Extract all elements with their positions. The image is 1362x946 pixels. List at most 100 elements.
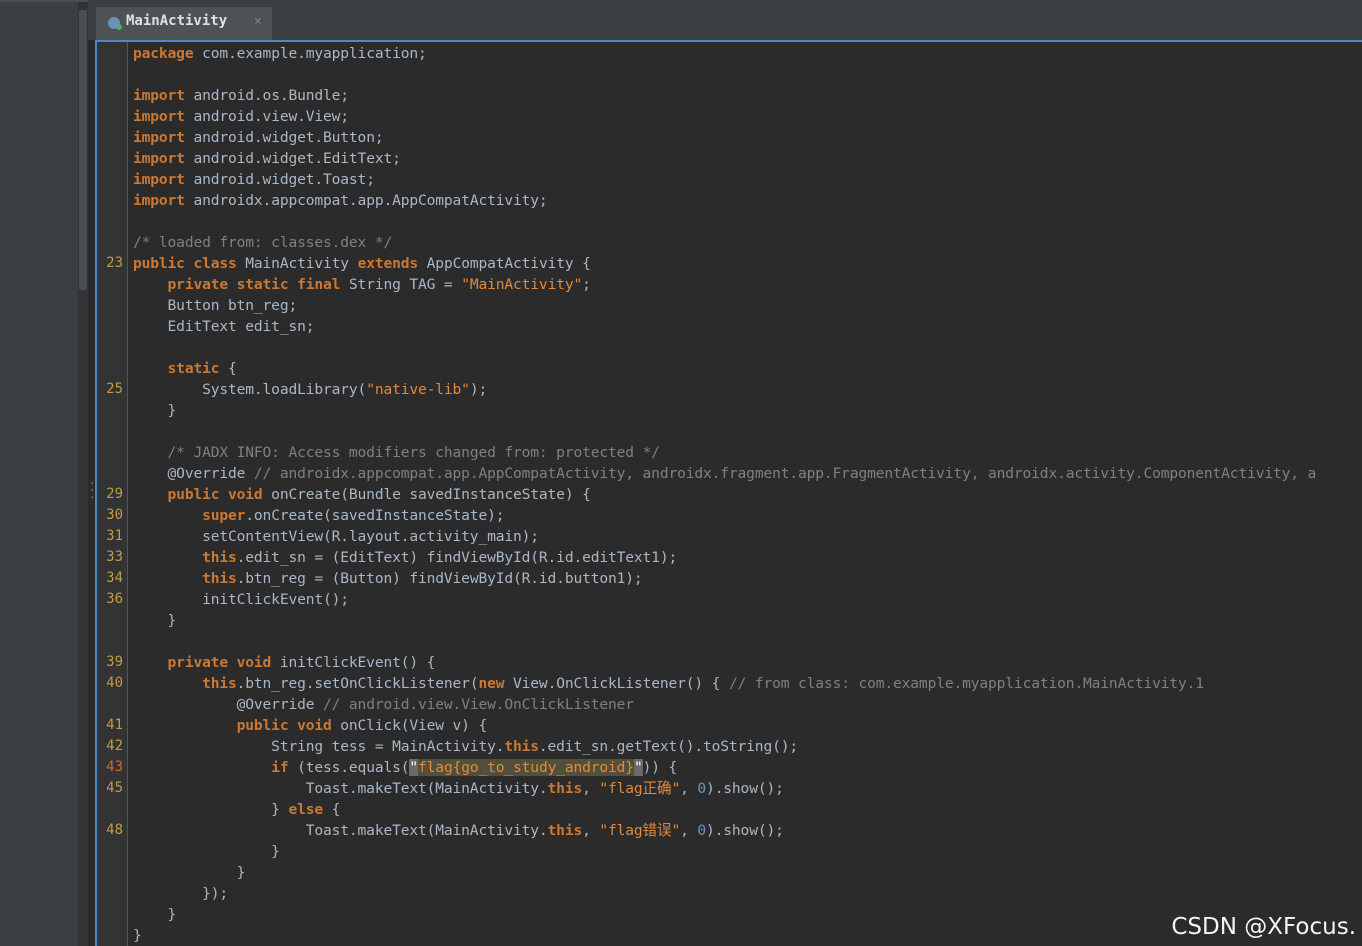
code-line[interactable]: import android.widget.EditText; (0, 148, 1362, 169)
code-line[interactable]: static { (0, 358, 1362, 379)
code-line[interactable]: 29 public void onCreate(Bundle savedInst… (0, 484, 1362, 505)
code-line[interactable]: package com.example.myapplication; (0, 43, 1362, 64)
code-token: this (504, 738, 539, 755)
code-line[interactable]: 25 System.loadLibrary("native-lib"); (0, 379, 1362, 400)
tab-label: MainActivity (126, 13, 228, 29)
code-token: import (133, 192, 185, 209)
line-number[interactable]: 25 (97, 379, 123, 400)
code-line[interactable]: 36 initClickEvent(); (0, 589, 1362, 610)
code-line[interactable]: 42 String tess = MainActivity.this.edit_… (0, 736, 1362, 757)
code-line[interactable]: import android.widget.Toast; (0, 169, 1362, 190)
code-text: Toast.makeText(MainActivity.this, "flag正… (133, 778, 784, 799)
code-token: } (133, 801, 289, 818)
code-token: // android.view.View.OnClickListener (314, 696, 634, 713)
code-text: import android.widget.EditText; (133, 148, 401, 169)
code-line[interactable]: } (0, 925, 1362, 946)
code-token: String TAG = (340, 276, 462, 293)
code-line[interactable] (0, 421, 1362, 442)
code-token: .btn_reg.setOnClickListener( (236, 675, 479, 692)
code-token: MainActivity (236, 255, 358, 272)
line-number[interactable]: 36 (97, 589, 123, 610)
code-token: )) { (642, 759, 678, 776)
code-token: .edit_sn.getText().toString(); (538, 738, 798, 755)
code-token: , (582, 822, 600, 839)
code-text: /* loaded from: classes.dex */ (133, 232, 392, 253)
code-line[interactable]: @Override // android.view.View.OnClickLi… (0, 694, 1362, 715)
code-line[interactable]: 43 if (tess.equals("flag{go_to_study_and… (0, 757, 1362, 778)
code-text: }); (133, 883, 228, 904)
code-token: public void (236, 717, 332, 734)
line-number[interactable]: 45 (97, 778, 123, 799)
line-number[interactable]: 33 (97, 547, 123, 568)
code-line[interactable]: 41 public void onClick(View v) { (0, 715, 1362, 736)
code-line[interactable]: 45 Toast.makeText(MainActivity.this, "fl… (0, 778, 1362, 799)
code-text: } else { (133, 799, 340, 820)
code-line[interactable]: import android.widget.Button; (0, 127, 1362, 148)
code-line[interactable]: import androidx.appcompat.app.AppCompatA… (0, 190, 1362, 211)
code-line[interactable]: /* JADX INFO: Access modifiers changed f… (0, 442, 1362, 463)
code-line[interactable]: 30 super.onCreate(savedInstanceState); (0, 505, 1362, 526)
code-line[interactable] (0, 631, 1362, 652)
code-line[interactable] (0, 211, 1362, 232)
line-number[interactable]: 43 (97, 757, 123, 778)
code-line[interactable]: 39 private void initClickEvent() { (0, 652, 1362, 673)
code-lines[interactable]: package com.example.myapplication; import… (0, 43, 1362, 946)
code-text: } (133, 841, 280, 862)
code-token: Button btn_reg; (133, 297, 298, 314)
code-text: public void onClick(View v) { (133, 715, 488, 736)
code-token: setContentView(R.layout.activity_main); (133, 528, 539, 545)
line-number[interactable]: 31 (97, 526, 123, 547)
code-token: , (680, 822, 698, 839)
code-line[interactable]: 34 this.btn_reg = (Button) findViewById(… (0, 568, 1362, 589)
code-line[interactable]: } (0, 862, 1362, 883)
line-number[interactable]: 29 (97, 484, 123, 505)
code-line[interactable]: Button btn_reg; (0, 295, 1362, 316)
close-icon[interactable]: × (254, 14, 262, 29)
code-line[interactable]: } else { (0, 799, 1362, 820)
code-line[interactable]: 48 Toast.makeText(MainActivity.this, "fl… (0, 820, 1362, 841)
code-text: static { (133, 358, 237, 379)
code-token: import (133, 108, 185, 125)
line-number[interactable]: 30 (97, 505, 123, 526)
code-line[interactable]: 33 this.edit_sn = (EditText) findViewByI… (0, 547, 1362, 568)
code-token: } (133, 843, 280, 860)
code-line[interactable]: 23 public class MainActivity extends AppC… (0, 253, 1362, 274)
code-token: "MainActivity" (461, 276, 583, 293)
line-number[interactable]: 40 (97, 673, 123, 694)
line-number[interactable]: 48 (97, 820, 123, 841)
code-line[interactable]: } (0, 904, 1362, 925)
code-line[interactable]: 31 setContentView(R.layout.activity_main… (0, 526, 1362, 547)
tab-mainactivity[interactable]: MainActivity × (96, 7, 272, 40)
code-line[interactable]: import android.os.Bundle; (0, 85, 1362, 106)
code-line[interactable]: import android.view.View; (0, 106, 1362, 127)
code-line[interactable]: } (0, 400, 1362, 421)
line-number[interactable]: 23 (97, 253, 123, 274)
code-line[interactable] (0, 64, 1362, 85)
code-token: @Override (167, 465, 246, 482)
code-line[interactable] (0, 337, 1362, 358)
code-token: ; (582, 276, 591, 293)
code-token: } (133, 927, 142, 944)
code-line[interactable]: } (0, 841, 1362, 862)
code-token: android.widget.EditText; (184, 150, 401, 167)
code-line[interactable]: 40 this.btn_reg.setOnClickListener(new V… (0, 673, 1362, 694)
code-line[interactable]: private static final String TAG = "MainA… (0, 274, 1362, 295)
code-token: .btn_reg = (Button) findViewById(R.id.bu… (236, 570, 643, 587)
code-text: this.btn_reg.setOnClickListener(new View… (133, 673, 1204, 694)
line-number[interactable]: 42 (97, 736, 123, 757)
line-number[interactable]: 34 (97, 568, 123, 589)
code-line[interactable]: @Override // androidx.appcompat.app.AppC… (0, 463, 1362, 484)
code-token: import (133, 171, 185, 188)
code-text: @Override // android.view.View.OnClickLi… (133, 694, 634, 715)
code-line[interactable]: EditText edit_sn; (0, 316, 1362, 337)
code-line[interactable]: }); (0, 883, 1362, 904)
code-token: android.widget.Toast; (184, 171, 375, 188)
code-line[interactable]: /* loaded from: classes.dex */ (0, 232, 1362, 253)
line-number[interactable]: 41 (97, 715, 123, 736)
code-line[interactable]: } (0, 610, 1362, 631)
code-token: View.OnClickListener() { (504, 675, 729, 692)
line-number[interactable]: 39 (97, 652, 123, 673)
code-token: .onCreate(savedInstanceState); (245, 507, 505, 524)
